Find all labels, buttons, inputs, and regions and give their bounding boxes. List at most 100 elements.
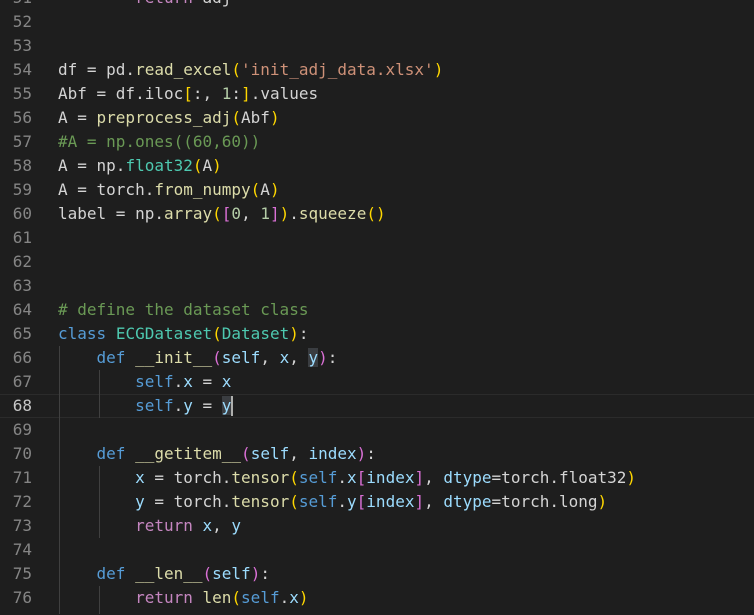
code-token: adj <box>193 0 231 7</box>
code-token: def <box>96 444 126 463</box>
code-line[interactable]: 73 return x, y <box>0 514 754 538</box>
code-line[interactable]: 60 label = np.array([0, 1]).squeeze() <box>0 202 754 226</box>
line-number: 51 <box>0 0 32 10</box>
code-token: ( <box>212 324 222 343</box>
code-line[interactable]: 71 x = torch.tensor(self.x[index], dtype… <box>0 466 754 490</box>
code-line[interactable]: 75 def __len__(self): <box>0 562 754 586</box>
code-token: ( <box>289 468 299 487</box>
code-line[interactable]: 67 self.x = x <box>0 370 754 394</box>
code-token: : <box>298 324 309 343</box>
code-line[interactable]: 64 # define the dataset class <box>0 298 754 322</box>
code-token: def <box>96 348 126 367</box>
code-token: ) <box>597 492 608 511</box>
code-token: __len__ <box>135 564 203 583</box>
code-token: tensor <box>231 492 290 511</box>
code-token: , <box>289 348 309 367</box>
code-token: self <box>250 444 290 463</box>
code-token: =torch.long <box>491 492 598 511</box>
code-line[interactable]: 51 return adj <box>0 0 754 10</box>
code-token: self <box>135 372 174 391</box>
code-line[interactable]: 58 A = np.float32(A) <box>0 154 754 178</box>
code-token: . <box>173 372 184 391</box>
code-token: . <box>173 396 184 415</box>
code-line[interactable]: 63 <box>0 274 754 298</box>
code-token: df = pd. <box>58 60 136 79</box>
line-number: 61 <box>12 228 32 247</box>
line-number: 75 <box>12 564 32 583</box>
code-token: squeeze <box>298 204 367 223</box>
code-line[interactable]: 76 return len(self.x) <box>0 586 754 610</box>
code-line[interactable]: 62 <box>0 250 754 274</box>
code-line[interactable]: 56 A = preprocess_adj(Abf) <box>0 106 754 130</box>
code-line[interactable]: 59 A = torch.from_numpy(A) <box>0 178 754 202</box>
code-line[interactable]: 61 <box>0 226 754 250</box>
code-text: return adj <box>58 0 231 10</box>
code-line[interactable]: 70 def __getitem__(self, index): <box>0 442 754 466</box>
code-token: x <box>183 372 193 391</box>
line-number: 68 <box>12 396 32 415</box>
code-text: def __init__(self, x, y): <box>58 346 337 370</box>
code-token: 1 <box>221 84 232 103</box>
code-token: self <box>241 588 280 607</box>
code-token: tensor <box>231 468 290 487</box>
code-token: ] <box>269 204 280 223</box>
code-line[interactable]: 65 class ECGDataset(Dataset): <box>0 322 754 346</box>
code-text: A = preprocess_adj(Abf) <box>58 106 280 130</box>
code-token: 'init_adj_data.xlsx' <box>241 60 434 79</box>
code-token: ( <box>202 564 213 583</box>
code-token: ) <box>212 156 222 175</box>
code-token: y <box>135 492 145 511</box>
code-line[interactable]: 54 df = pd.read_excel('init_adj_data.xlsx… <box>0 58 754 82</box>
code-line[interactable]: 66 def __init__(self, x, y): <box>0 346 754 370</box>
line-number: 56 <box>12 108 32 127</box>
code-line[interactable]: 55 Abf = df.iloc[:, 1:].values <box>0 82 754 106</box>
code-token: ( <box>231 588 242 607</box>
line-number: 62 <box>12 252 32 271</box>
code-token: ( <box>241 444 251 463</box>
code-text: self.y = y <box>58 395 232 417</box>
code-token: ) <box>269 108 280 127</box>
line-number: 74 <box>12 540 32 559</box>
code-token: index <box>366 468 415 487</box>
code-token: #A = np.ones((60,60)) <box>58 132 261 151</box>
code-text: class ECGDataset(Dataset): <box>58 322 309 346</box>
code-line[interactable]: 53 <box>0 34 754 58</box>
code-line[interactable]: 52 <box>0 10 754 34</box>
line-number: 69 <box>12 420 32 439</box>
code-line[interactable]: 74 <box>0 538 754 562</box>
code-text: return len(self.x) <box>58 586 309 610</box>
code-text: Abf = df.iloc[:, 1:].values <box>58 82 318 106</box>
code-token: index <box>308 444 357 463</box>
code-token: y <box>221 396 232 415</box>
code-token: ECGDataset <box>115 324 213 343</box>
code-line[interactable]: 57 #A = np.ones((60,60)) <box>0 130 754 154</box>
code-token: ( <box>250 180 261 199</box>
code-token: return <box>135 0 193 7</box>
code-text: #A = np.ones((60,60)) <box>58 130 260 154</box>
code-token: self <box>212 564 251 583</box>
code-token: [ <box>356 468 367 487</box>
code-text: return x, y <box>58 514 241 538</box>
code-token: . <box>337 468 348 487</box>
code-token: # define the dataset class <box>58 300 309 319</box>
current-code-line[interactable]: 68 self.y = y <box>0 394 754 418</box>
code-token: A = <box>58 108 97 127</box>
code-line[interactable]: 69 <box>0 418 754 442</box>
line-number: 70 <box>12 444 32 463</box>
code-editor[interactable]: 51 return adj 52 53 54df = pd.read_excel('i… <box>0 0 754 615</box>
code-token: ) <box>298 588 309 607</box>
code-line[interactable]: 72 y = torch.tensor(self.y[index], dtype… <box>0 490 754 514</box>
line-number: 52 <box>12 12 32 31</box>
code-token: . <box>289 204 299 223</box>
line-number: 53 <box>12 36 32 55</box>
code-token: ) <box>433 60 444 79</box>
code-text: def __len__(self): <box>58 562 270 586</box>
code-token: [ <box>221 204 232 223</box>
code-token: [ <box>356 492 367 511</box>
